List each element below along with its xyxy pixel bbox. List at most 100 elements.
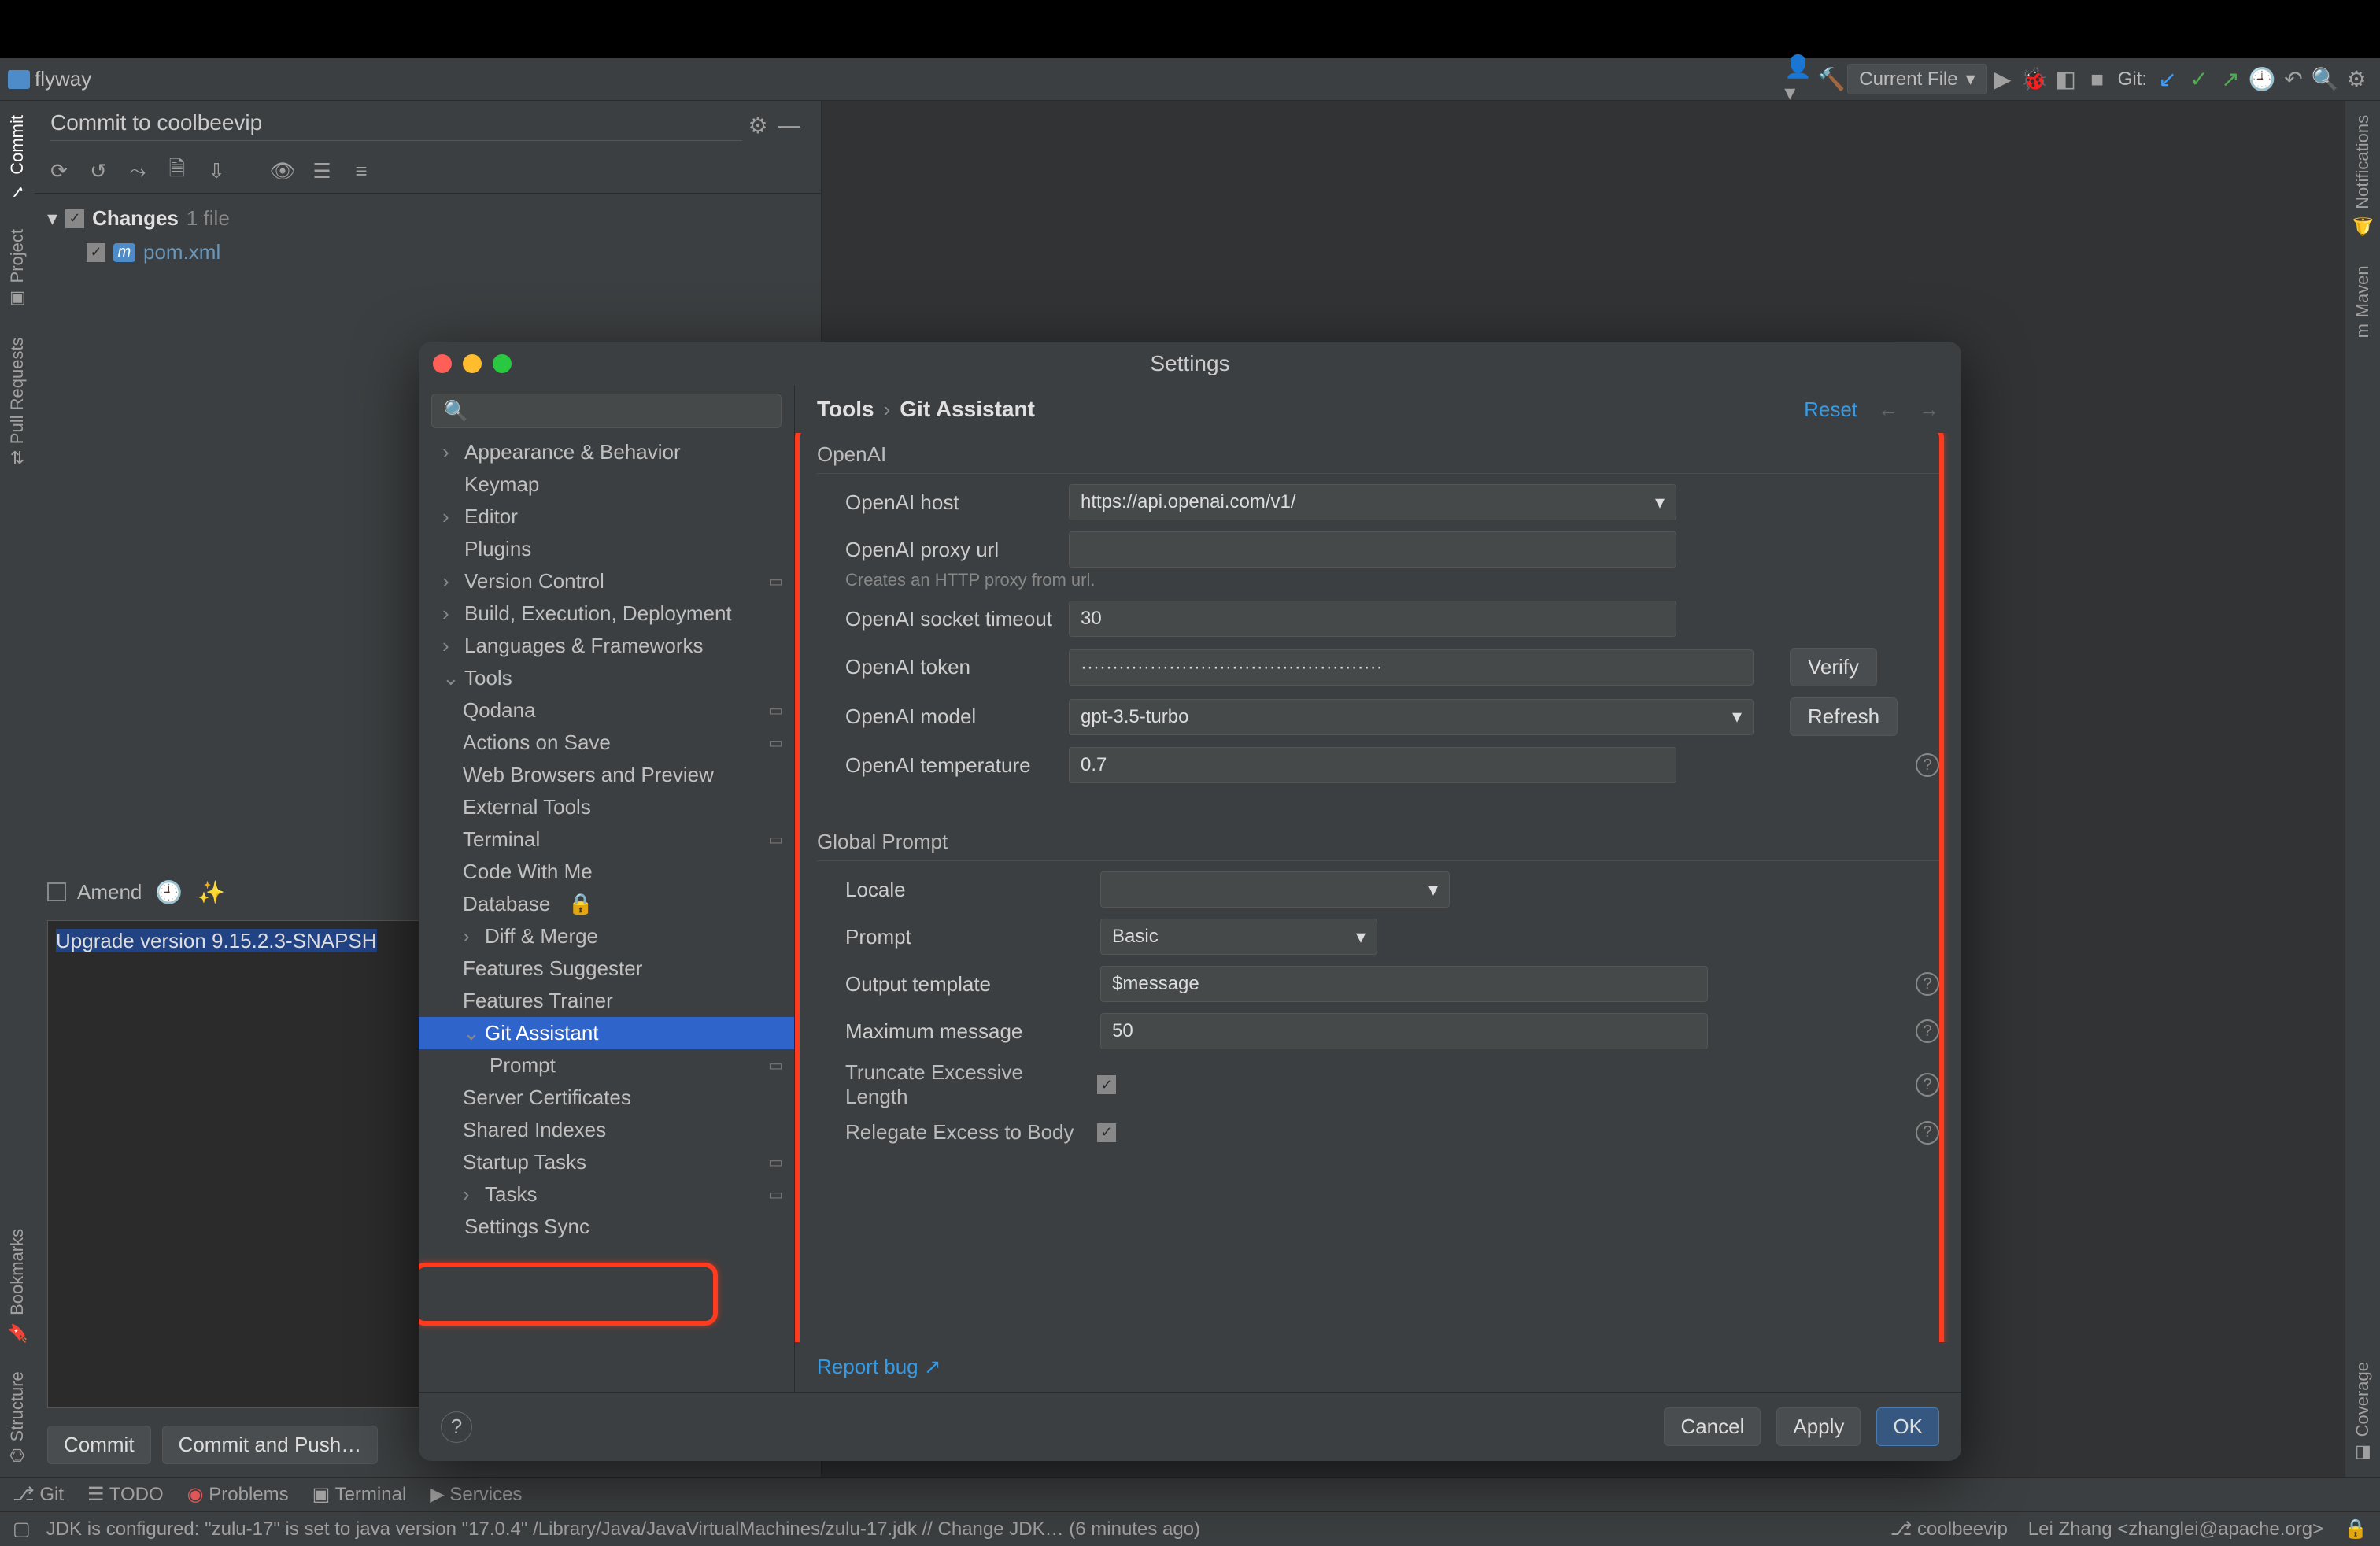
tree-version-control[interactable]: ›Version Control▭	[419, 565, 794, 597]
tree-web-browsers[interactable]: Web Browsers and Preview	[419, 759, 794, 791]
cancel-button[interactable]: Cancel	[1664, 1407, 1761, 1446]
tree-qodana[interactable]: Qodana▭	[419, 694, 794, 727]
bottom-problems[interactable]: ◉ Problems	[187, 1483, 289, 1506]
openai-token-input[interactable]	[1069, 649, 1754, 686]
chevron-down-icon[interactable]: ▾	[47, 206, 57, 231]
window-zoom-icon[interactable]	[493, 354, 512, 373]
sidebar-commit[interactable]: ✓Commit	[7, 115, 28, 201]
file-row-pom[interactable]: ✓ m pom.xml	[47, 235, 808, 269]
openai-host-select[interactable]: https://api.openai.com/v1/▾	[1069, 484, 1676, 520]
tree-keymap[interactable]: Keymap	[419, 468, 794, 501]
help-temp-icon[interactable]: ?	[1916, 753, 1939, 777]
help-relegate-icon[interactable]: ?	[1916, 1121, 1939, 1145]
ai-suggest-icon[interactable]: ✨	[195, 876, 227, 908]
openai-proxy-input[interactable]	[1069, 531, 1676, 568]
sidebar-coverage[interactable]: ◧Coverage	[2352, 1362, 2373, 1463]
refresh-button[interactable]: Refresh	[1790, 697, 1898, 736]
git-push-icon[interactable]: ↗	[2215, 64, 2246, 95]
tree-tools[interactable]: ⌄Tools	[419, 662, 794, 694]
report-bug-link[interactable]: Report bug ↗	[817, 1355, 941, 1378]
expand-icon[interactable]: ≡	[349, 160, 373, 183]
tree-languages[interactable]: ›Languages & Frameworks	[419, 630, 794, 662]
status-user[interactable]: Lei Zhang <zhanglei@apache.org>	[2028, 1518, 2323, 1540]
sidebar-bookmarks[interactable]: 🔖Bookmarks	[7, 1229, 28, 1343]
tree-settings-sync[interactable]: Settings Sync	[419, 1211, 794, 1243]
changes-checkbox[interactable]: ✓	[65, 209, 84, 228]
output-template-input[interactable]	[1100, 966, 1708, 1002]
tree-shared-indexes[interactable]: Shared Indexes	[419, 1114, 794, 1146]
help-max-icon[interactable]: ?	[1916, 1019, 1939, 1043]
commit-button[interactable]: Commit	[47, 1426, 151, 1464]
project-name[interactable]: flyway	[8, 67, 91, 91]
dialog-titlebar[interactable]: Settings	[419, 342, 1961, 386]
max-message-input[interactable]	[1100, 1013, 1708, 1049]
run-icon[interactable]: ▶	[1987, 64, 2019, 95]
run-config-select[interactable]: Current File▾	[1847, 64, 1986, 94]
window-close-icon[interactable]	[433, 354, 452, 373]
debug-icon[interactable]: 🐞	[2019, 64, 2050, 95]
status-jdk-text[interactable]: JDK is configured: "zulu-17" is set to j…	[46, 1518, 1200, 1540]
window-minimize-icon[interactable]	[463, 354, 482, 373]
group-icon[interactable]: ☰	[310, 160, 334, 183]
git-commit-icon[interactable]: ✓	[2183, 64, 2215, 95]
openai-model-select[interactable]: gpt-3.5-turbo▾	[1069, 699, 1754, 735]
tree-tasks[interactable]: ›Tasks▭	[419, 1178, 794, 1211]
tree-external-tools[interactable]: External Tools	[419, 791, 794, 823]
preview-icon[interactable]: 👁	[271, 160, 294, 183]
tree-actions-save[interactable]: Actions on Save▭	[419, 727, 794, 759]
git-pull-icon[interactable]: ↙	[2152, 64, 2183, 95]
tree-terminal[interactable]: Terminal▭	[419, 823, 794, 856]
ok-button[interactable]: OK	[1876, 1407, 1939, 1446]
tree-build[interactable]: ›Build, Execution, Deployment	[419, 597, 794, 630]
openai-timeout-input[interactable]	[1069, 601, 1676, 637]
diff-icon[interactable]: ⤳	[126, 160, 150, 183]
git-revert-icon[interactable]: ↶	[2278, 64, 2309, 95]
nav-fwd-icon[interactable]: →	[1919, 398, 1939, 422]
git-history-icon[interactable]: 🕘	[2246, 64, 2278, 95]
refresh-icon[interactable]: ⟳	[47, 160, 71, 183]
sidebar-notifications[interactable]: 🔔Notifications	[2352, 115, 2373, 237]
dialog-help-button[interactable]: ?	[441, 1411, 472, 1443]
sidebar-structure[interactable]: ⌬Structure	[7, 1371, 28, 1463]
tree-features-trainer[interactable]: Features Trainer	[419, 985, 794, 1017]
file-checkbox[interactable]: ✓	[87, 243, 105, 262]
commit-push-button[interactable]: Commit and Push…	[162, 1426, 379, 1464]
settings-tree[interactable]: ›Appearance & Behavior Keymap ›Editor Pl…	[419, 436, 794, 1392]
coverage-run-icon[interactable]: ◧	[2050, 64, 2082, 95]
help-output-icon[interactable]: ?	[1916, 972, 1939, 996]
settings-icon[interactable]: ⚙	[2341, 64, 2372, 95]
apply-button[interactable]: Apply	[1776, 1407, 1861, 1446]
shelve-icon[interactable]: ⇩	[205, 160, 228, 183]
changelist-icon[interactable]: 🗎	[165, 160, 189, 183]
tree-startup-tasks[interactable]: Startup Tasks▭	[419, 1146, 794, 1178]
relegate-checkbox[interactable]: ✓	[1097, 1123, 1116, 1142]
users-icon[interactable]: 👤▾	[1784, 64, 1816, 95]
tree-editor[interactable]: ›Editor	[419, 501, 794, 533]
verify-button[interactable]: Verify	[1790, 648, 1877, 686]
sidebar-maven[interactable]: mMaven	[2352, 265, 2373, 338]
bottom-terminal[interactable]: ▣ Terminal	[312, 1483, 407, 1506]
search-icon[interactable]: 🔍	[2309, 64, 2341, 95]
openai-temp-input[interactable]	[1069, 747, 1676, 783]
reset-link[interactable]: Reset	[1804, 398, 1857, 422]
bottom-services[interactable]: ▶ Services	[430, 1483, 522, 1506]
tree-diff-merge[interactable]: ›Diff & Merge	[419, 920, 794, 952]
crumb-tools[interactable]: Tools	[817, 397, 874, 422]
tree-appearance[interactable]: ›Appearance & Behavior	[419, 436, 794, 468]
status-quick-list-icon[interactable]: ▢	[13, 1518, 31, 1540]
tree-features-suggester[interactable]: Features Suggester	[419, 952, 794, 985]
commit-hide-icon[interactable]: —	[774, 109, 805, 141]
settings-search-input[interactable]: 🔍	[431, 394, 782, 428]
tree-database[interactable]: Database 🔒	[419, 888, 794, 920]
tree-plugins[interactable]: Plugins	[419, 533, 794, 565]
history-icon[interactable]: 🕘	[153, 876, 184, 908]
stop-icon[interactable]: ■	[2082, 64, 2113, 95]
nav-back-icon[interactable]: ←	[1878, 398, 1898, 422]
bottom-git[interactable]: ⎇ Git	[13, 1483, 64, 1506]
status-lock-icon[interactable]: 🔒	[2344, 1518, 2367, 1540]
tree-server-certs[interactable]: Server Certificates	[419, 1082, 794, 1114]
rollback-icon[interactable]: ↺	[87, 160, 110, 183]
bottom-todo[interactable]: ☰ TODO	[87, 1483, 164, 1506]
status-branch[interactable]: ⎇ coolbeevip	[1890, 1518, 2008, 1540]
tree-prompt[interactable]: Prompt▭	[419, 1049, 794, 1082]
